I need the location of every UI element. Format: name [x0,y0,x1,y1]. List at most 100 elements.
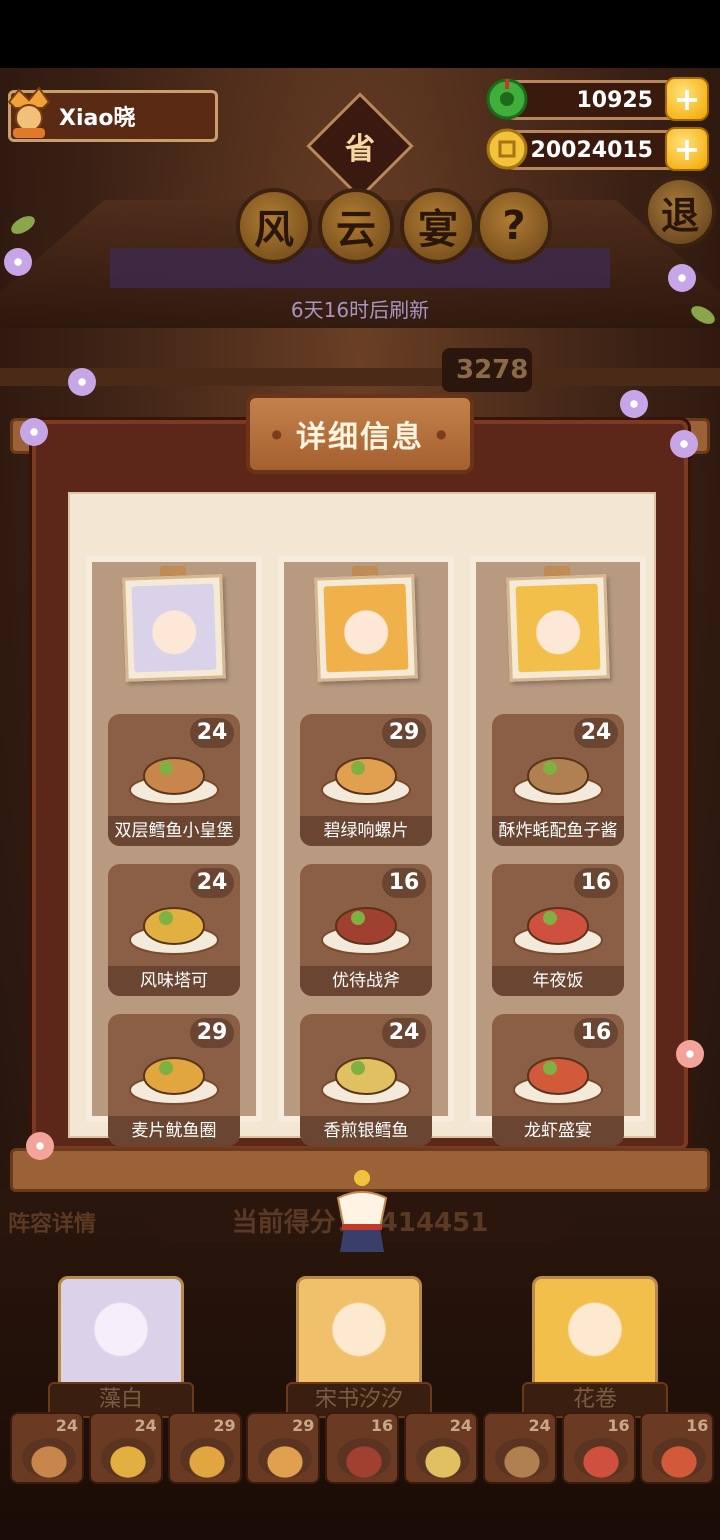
dish-food-icon [321,907,411,955]
team-dish-icon [337,1438,392,1478]
dish-card[interactable]: 29 碧绿响螺片 [300,714,432,846]
dish-card[interactable]: 24 香煎银鳕鱼 [300,1014,432,1146]
dish-name: 年夜饭 [492,966,624,996]
jade-amount: 10925 [576,87,653,113]
member-portrait [296,1276,422,1394]
dish-food-icon [129,1057,219,1105]
dish-card[interactable]: 16 年夜饭 [492,864,624,996]
tassel-ornament [336,1170,388,1252]
team-dish-slot[interactable]: 24 [88,1412,163,1484]
province-badge[interactable]: 省 [306,92,414,200]
team-dish-icon [179,1438,234,1478]
team-dish-level: 16 [370,1416,394,1435]
province-label: 省 [345,132,375,167]
team-dish-level: 24 [134,1416,157,1435]
team-dish-icon [22,1438,76,1478]
team-dish-level: 24 [55,1416,78,1435]
refresh-timer: 6天16时后刷新 [290,298,430,322]
team-detail-label[interactable]: 阵容详情 [8,1206,96,1238]
dish-food-icon [129,757,219,805]
dish-name: 麦片鱿鱼圈 [108,1116,240,1146]
flower-decoration [4,248,32,276]
flower-decoration [26,1132,54,1160]
player-name: Xiao晓 [59,106,136,131]
team-dish-slot[interactable]: 24 [482,1412,557,1484]
team-dish-level: 24 [528,1416,551,1435]
help-button[interactable]: ? [476,188,552,264]
chef-face [515,583,601,673]
chef-portrait[interactable] [122,574,226,682]
dish-food-icon [321,1057,411,1105]
team-dish-slot[interactable]: 16 [561,1412,636,1484]
title-char-yun: 云 [318,188,394,264]
title-char-feng: 风 [236,188,312,264]
dish-name: 双层鳕鱼小皇堡 [108,816,240,846]
player-profile[interactable]: Xiao晓 [7,86,218,142]
team-dish-slot[interactable]: 29 [167,1412,242,1484]
team-dish-level: 16 [686,1416,709,1435]
dish-card[interactable]: 24 风味塔可 [108,864,240,996]
chef-portrait[interactable] [314,574,418,682]
background-beam [0,368,720,386]
team-dish-slot[interactable]: 29 [246,1412,321,1484]
jade-icon [486,78,528,120]
status-bar [0,0,720,68]
flower-decoration [20,418,48,446]
team-dish-level: 16 [607,1416,630,1435]
dish-food-icon [129,907,219,955]
dish-card[interactable]: 24 双层鳕鱼小皇堡 [108,714,240,846]
coin-currency: 20024015 + [486,127,709,171]
coin-icon [486,128,528,170]
flower-decoration [676,1040,704,1068]
member-portrait [58,1276,184,1394]
chef-face [131,583,217,673]
flower-decoration [68,368,96,396]
game-scene: Xiao晓 10925 + 20024015 + 省 风 云 宴 ? 退 6天1… [0,68,720,1540]
team-dish-icon [494,1438,549,1478]
flower-decoration [620,390,648,418]
detail-modal-panel: 24 双层鳕鱼小皇堡 24 风味塔可 29 麦片鱿鱼圈 29 碧绿响螺片 16 优待战斧 24 香煎银… [68,492,656,1146]
player-avatar-icon [7,86,51,138]
dish-name: 酥炸蚝配鱼子酱 [492,816,624,846]
team-dish-level: 24 [449,1416,472,1435]
jade-currency: 10925 + [486,77,709,121]
add-jade-button[interactable]: + [665,77,709,121]
team-dish-slot[interactable]: 24 [404,1412,478,1484]
team-dish-level: 29 [213,1416,236,1435]
dish-food-icon [513,1057,603,1105]
team-dish-slot[interactable]: 16 [325,1412,400,1484]
team-member-3[interactable]: 花卷 [522,1276,668,1426]
team-dish-slot[interactable]: 16 [640,1412,715,1484]
score-box-partial: 3278 [442,348,532,392]
team-member-1[interactable]: 藻白 [48,1276,194,1426]
dish-name: 香煎银鳕鱼 [300,1116,432,1146]
team-dish-icon [100,1438,155,1478]
dish-name: 碧绿响螺片 [300,816,432,846]
dish-card[interactable]: 29 麦片鱿鱼圈 [108,1014,240,1146]
team-dish-icon [573,1438,628,1478]
dish-name: 优待战斧 [300,966,432,996]
modal-title: 详细信息 [246,394,474,474]
team-dish-level: 29 [292,1416,315,1435]
member-portrait [532,1276,658,1394]
leaf-decoration [8,212,38,238]
flower-decoration [670,430,698,458]
team-member-2[interactable]: 宋书汐汐 [286,1276,432,1426]
chef-portrait[interactable] [506,574,610,682]
team-dish-icon [416,1438,470,1478]
chef-face [323,583,409,673]
dish-name: 风味塔可 [108,966,240,996]
dish-food-icon [321,757,411,805]
exit-button[interactable]: 退 [644,176,716,248]
dish-card[interactable]: 16 龙虾盛宴 [492,1014,624,1146]
dish-card[interactable]: 24 酥炸蚝配鱼子酱 [492,714,624,846]
team-dish-icon [258,1438,313,1478]
dish-food-icon [513,907,603,955]
dish-name: 龙虾盛宴 [492,1116,624,1146]
flower-decoration [668,264,696,292]
dish-food-icon [513,757,603,805]
dish-card[interactable]: 16 优待战斧 [300,864,432,996]
team-dish-slot[interactable]: 24 [10,1412,84,1484]
coin-amount: 20024015 [530,137,653,163]
add-coins-button[interactable]: + [665,127,709,171]
